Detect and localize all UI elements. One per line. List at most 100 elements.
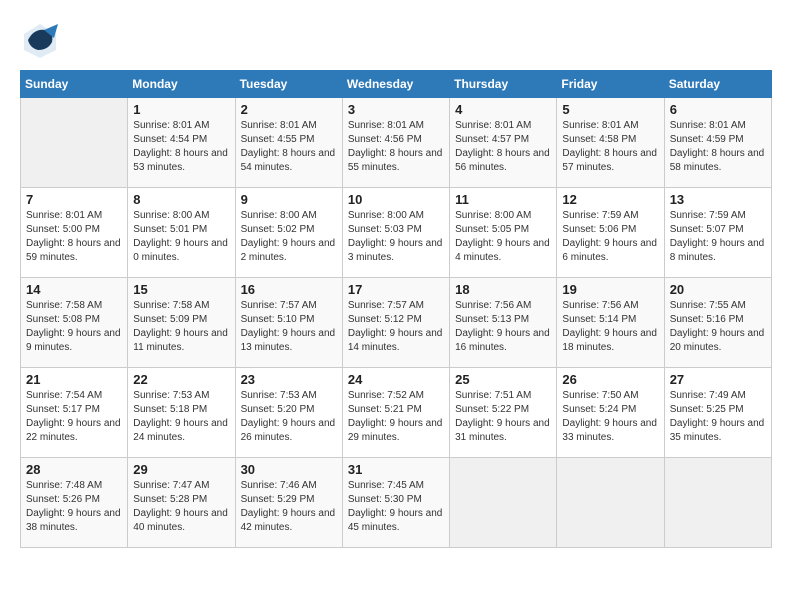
day-info: Sunrise: 7:52 AMSunset: 5:21 PMDaylight:…	[348, 389, 444, 445]
day-info: Sunrise: 7:51 AMSunset: 5:22 PMDaylight:…	[455, 389, 551, 445]
weekday-header-row: SundayMondayTuesdayWednesdayThursdayFrid…	[21, 71, 772, 98]
weekday-header: Saturday	[664, 71, 771, 98]
day-info: Sunrise: 7:55 AMSunset: 5:16 PMDaylight:…	[670, 299, 766, 355]
day-number: 30	[241, 462, 337, 477]
day-number: 4	[455, 102, 551, 117]
day-number: 22	[133, 372, 229, 387]
calendar-cell: 15 Sunrise: 7:58 AMSunset: 5:09 PMDayligh…	[128, 278, 235, 368]
calendar-cell: 20 Sunrise: 7:55 AMSunset: 5:16 PMDayligh…	[664, 278, 771, 368]
day-info: Sunrise: 8:00 AMSunset: 5:05 PMDaylight:…	[455, 209, 551, 265]
weekday-header: Wednesday	[342, 71, 449, 98]
calendar-cell: 4Sunrise: 8:01 AMSunset: 4:57 PMDaylight…	[450, 98, 557, 188]
day-number: 29	[133, 462, 229, 477]
day-number: 17	[348, 282, 444, 297]
day-info: Sunrise: 7:57 AMSunset: 5:12 PMDaylight:…	[348, 299, 444, 355]
calendar-table: SundayMondayTuesdayWednesdayThursdayFrid…	[20, 70, 772, 548]
day-number: 20	[670, 282, 766, 297]
calendar-cell: 5 Sunrise: 8:01 AMSunset: 4:58 PMDaylight…	[557, 98, 664, 188]
calendar-cell: 12 Sunrise: 7:59 AMSunset: 5:06 PMDayligh…	[557, 188, 664, 278]
day-info: Sunrise: 7:56 AMSunset: 5:14 PMDaylight:…	[562, 299, 658, 355]
day-number: 27	[670, 372, 766, 387]
day-number: 1	[133, 102, 229, 117]
day-info: Sunrise: 7:59 AMSunset: 5:06 PMDaylight:…	[562, 209, 658, 265]
weekday-header: Sunday	[21, 71, 128, 98]
calendar-cell: 9 Sunrise: 8:00 AMSunset: 5:02 PMDaylight…	[235, 188, 342, 278]
calendar-cell	[664, 458, 771, 548]
day-number: 21	[26, 372, 122, 387]
calendar-cell: 7 Sunrise: 8:01 AMSunset: 5:00 PMDaylight…	[21, 188, 128, 278]
day-number: 15	[133, 282, 229, 297]
day-number: 11	[455, 192, 551, 207]
day-number: 13	[670, 192, 766, 207]
day-number: 25	[455, 372, 551, 387]
day-info: Sunrise: 8:01 AMSunset: 4:56 PMDaylight:…	[348, 119, 444, 175]
calendar-cell: 2 Sunrise: 8:01 AMSunset: 4:55 PMDaylight…	[235, 98, 342, 188]
day-info: Sunrise: 7:45 AMSunset: 5:30 PMDaylight:…	[348, 479, 444, 535]
day-number: 10	[348, 192, 444, 207]
calendar-cell: 27 Sunrise: 7:49 AMSunset: 5:25 PMDayligh…	[664, 368, 771, 458]
calendar-cell: 16 Sunrise: 7:57 AMSunset: 5:10 PMDayligh…	[235, 278, 342, 368]
day-number: 9	[241, 192, 337, 207]
day-info: Sunrise: 7:46 AMSunset: 5:29 PMDaylight:…	[241, 479, 337, 535]
calendar-cell: 13 Sunrise: 7:59 AMSunset: 5:07 PMDayligh…	[664, 188, 771, 278]
calendar-cell: 31 Sunrise: 7:45 AMSunset: 5:30 PMDayligh…	[342, 458, 449, 548]
calendar-cell: 8 Sunrise: 8:00 AMSunset: 5:01 PMDaylight…	[128, 188, 235, 278]
day-number: 24	[348, 372, 444, 387]
calendar-cell: 6Sunrise: 8:01 AMSunset: 4:59 PMDaylight…	[664, 98, 771, 188]
day-number: 7	[26, 192, 122, 207]
calendar-cell: 18 Sunrise: 7:56 AMSunset: 5:13 PMDayligh…	[450, 278, 557, 368]
calendar-cell: 17 Sunrise: 7:57 AMSunset: 5:12 PMDayligh…	[342, 278, 449, 368]
day-info: Sunrise: 7:54 AMSunset: 5:17 PMDaylight:…	[26, 389, 122, 445]
calendar-cell: 3 Sunrise: 8:01 AMSunset: 4:56 PMDaylight…	[342, 98, 449, 188]
day-info: Sunrise: 7:49 AMSunset: 5:25 PMDaylight:…	[670, 389, 766, 445]
day-info: Sunrise: 7:47 AMSunset: 5:28 PMDaylight:…	[133, 479, 229, 535]
calendar-cell: 26Sunrise: 7:50 AMSunset: 5:24 PMDayligh…	[557, 368, 664, 458]
day-info: Sunrise: 8:01 AMSunset: 4:59 PMDaylight:…	[670, 119, 766, 175]
calendar-cell: 28Sunrise: 7:48 AMSunset: 5:26 PMDayligh…	[21, 458, 128, 548]
calendar-cell: 25 Sunrise: 7:51 AMSunset: 5:22 PMDayligh…	[450, 368, 557, 458]
calendar-cell: 24 Sunrise: 7:52 AMSunset: 5:21 PMDayligh…	[342, 368, 449, 458]
day-info: Sunrise: 7:50 AMSunset: 5:24 PMDaylight:…	[562, 389, 658, 445]
weekday-header: Monday	[128, 71, 235, 98]
weekday-header: Thursday	[450, 71, 557, 98]
day-number: 3	[348, 102, 444, 117]
day-number: 31	[348, 462, 444, 477]
calendar-week-row: 21 Sunrise: 7:54 AMSunset: 5:17 PMDayligh…	[21, 368, 772, 458]
day-info: Sunrise: 7:58 AMSunset: 5:08 PMDaylight:…	[26, 299, 122, 355]
day-info: Sunrise: 8:01 AMSunset: 4:58 PMDaylight:…	[562, 119, 658, 175]
calendar-week-row: 1 Sunrise: 8:01 AMSunset: 4:54 PMDaylight…	[21, 98, 772, 188]
day-number: 23	[241, 372, 337, 387]
day-number: 18	[455, 282, 551, 297]
day-number: 14	[26, 282, 122, 297]
day-info: Sunrise: 7:59 AMSunset: 5:07 PMDaylight:…	[670, 209, 766, 265]
logo-icon	[20, 20, 60, 60]
calendar-cell: 22 Sunrise: 7:53 AMSunset: 5:18 PMDayligh…	[128, 368, 235, 458]
day-number: 16	[241, 282, 337, 297]
calendar-cell	[21, 98, 128, 188]
day-number: 19	[562, 282, 658, 297]
day-number: 28	[26, 462, 122, 477]
day-info: Sunrise: 8:00 AMSunset: 5:01 PMDaylight:…	[133, 209, 229, 265]
day-info: Sunrise: 8:01 AMSunset: 4:55 PMDaylight:…	[241, 119, 337, 175]
day-number: 5	[562, 102, 658, 117]
calendar-week-row: 14 Sunrise: 7:58 AMSunset: 5:08 PMDayligh…	[21, 278, 772, 368]
calendar-cell: 19 Sunrise: 7:56 AMSunset: 5:14 PMDayligh…	[557, 278, 664, 368]
day-info: Sunrise: 8:01 AMSunset: 4:54 PMDaylight:…	[133, 119, 229, 175]
day-number: 12	[562, 192, 658, 207]
day-info: Sunrise: 7:56 AMSunset: 5:13 PMDaylight:…	[455, 299, 551, 355]
day-info: Sunrise: 7:58 AMSunset: 5:09 PMDaylight:…	[133, 299, 229, 355]
day-info: Sunrise: 8:00 AMSunset: 5:03 PMDaylight:…	[348, 209, 444, 265]
calendar-cell: 14 Sunrise: 7:58 AMSunset: 5:08 PMDayligh…	[21, 278, 128, 368]
calendar-cell	[557, 458, 664, 548]
page-header	[20, 20, 772, 60]
day-number: 2	[241, 102, 337, 117]
day-info: Sunrise: 7:53 AMSunset: 5:18 PMDaylight:…	[133, 389, 229, 445]
calendar-cell: 30 Sunrise: 7:46 AMSunset: 5:29 PMDayligh…	[235, 458, 342, 548]
calendar-cell: 23Sunrise: 7:53 AMSunset: 5:20 PMDayligh…	[235, 368, 342, 458]
logo	[20, 20, 64, 60]
day-info: Sunrise: 8:01 AMSunset: 5:00 PMDaylight:…	[26, 209, 122, 265]
calendar-week-row: 28Sunrise: 7:48 AMSunset: 5:26 PMDayligh…	[21, 458, 772, 548]
day-info: Sunrise: 7:57 AMSunset: 5:10 PMDaylight:…	[241, 299, 337, 355]
day-info: Sunrise: 8:00 AMSunset: 5:02 PMDaylight:…	[241, 209, 337, 265]
day-number: 8	[133, 192, 229, 207]
